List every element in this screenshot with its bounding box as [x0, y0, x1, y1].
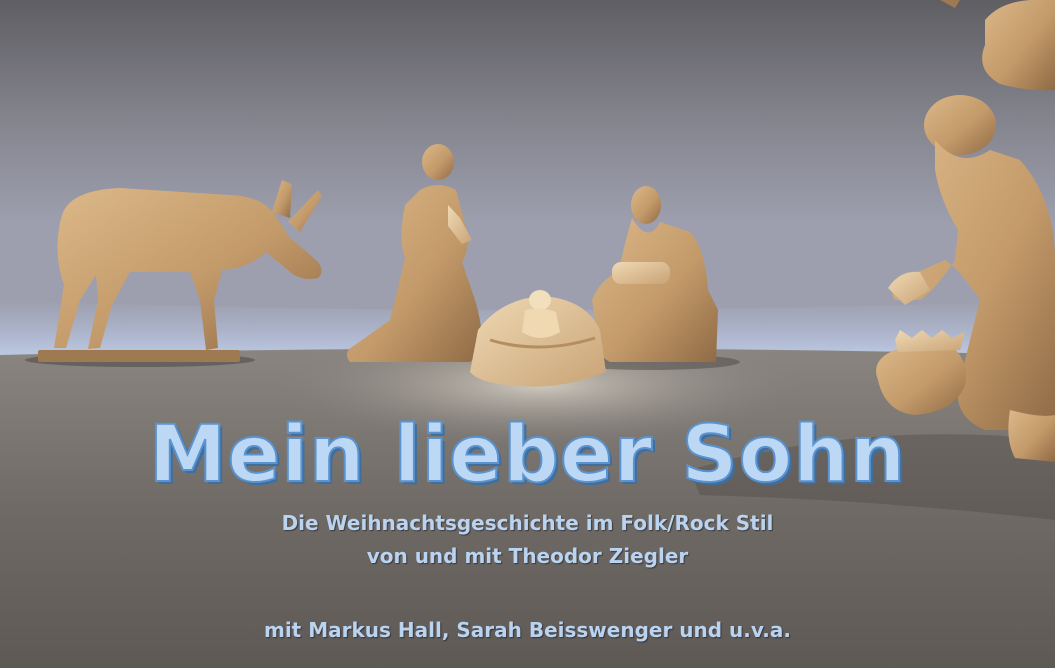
poster-title: Mein lieber Sohn: [148, 409, 907, 501]
subtitle-line-2: von und mit Theodor Ziegler: [366, 544, 689, 568]
subtitle-line-1: Die Weihnachtsgeschichte im Folk/Rock St…: [281, 511, 774, 535]
poster: Mein lieber Sohn Die Weihnachtsgeschicht…: [0, 0, 1055, 668]
cast-line: mit Markus Hall, Sarah Beisswenger und u…: [263, 618, 791, 642]
